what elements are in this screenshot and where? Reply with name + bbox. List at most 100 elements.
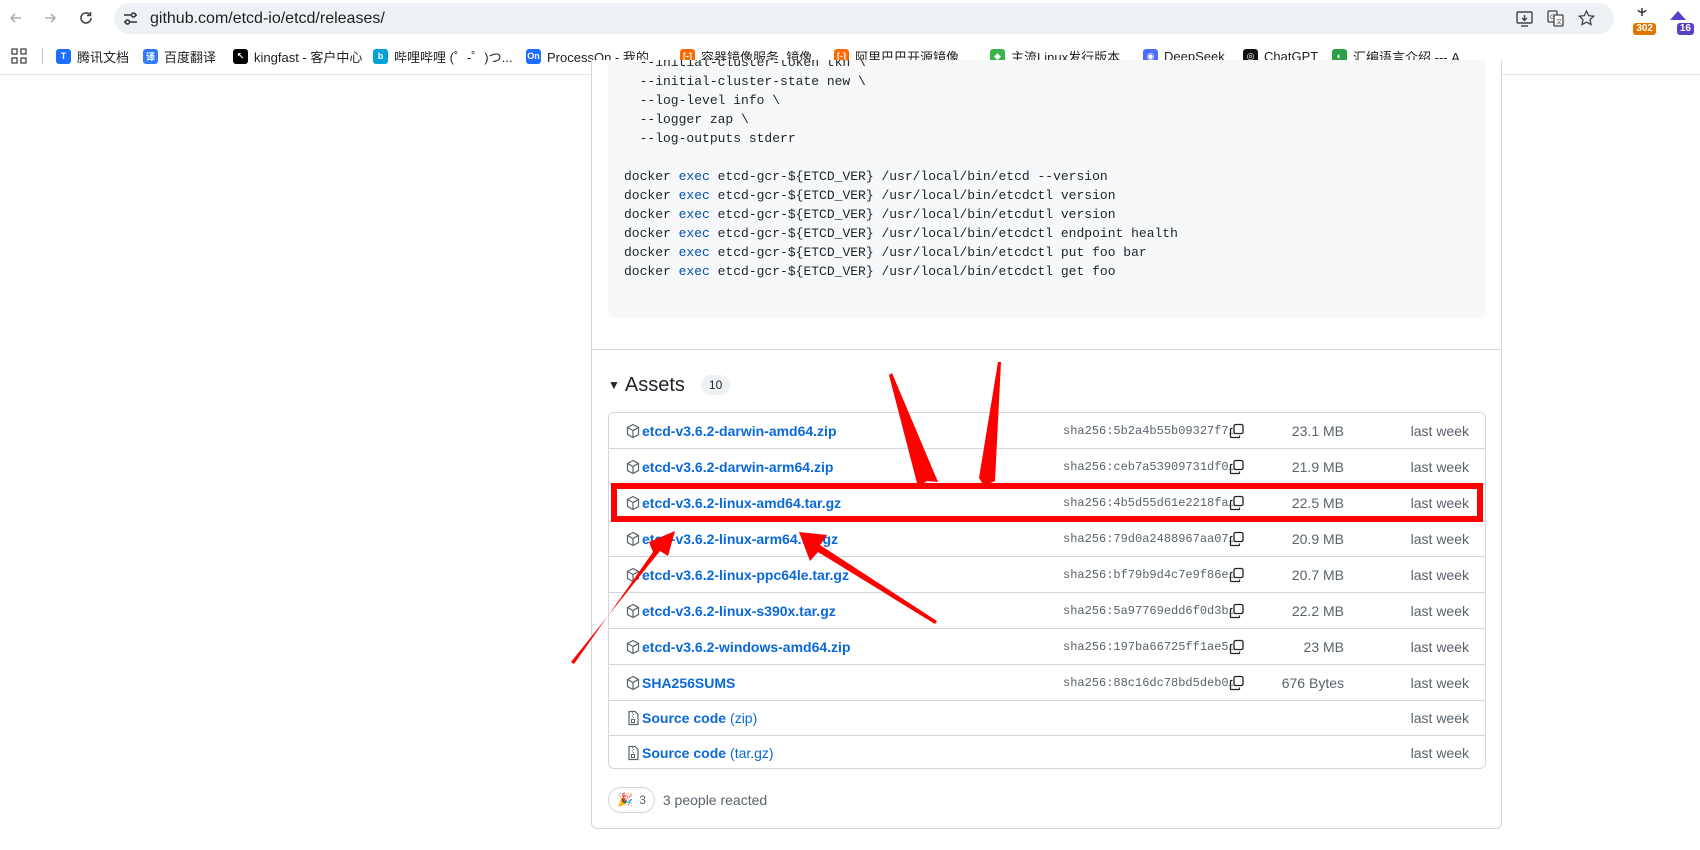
code-text: --initial-cluster-token tkn \	[624, 60, 866, 70]
reload-button[interactable]	[76, 8, 96, 28]
code-line: --logger zap \	[624, 110, 749, 130]
site-info-icon[interactable]	[122, 10, 139, 27]
arrow-left-icon	[9, 13, 21, 23]
asset-name[interactable]: etcd-v3.6.2-linux-s390x.tar.gz	[642, 603, 836, 619]
url-text[interactable]: github.com/etcd-io/etcd/releases/	[150, 10, 385, 28]
asset-name[interactable]: etcd-v3.6.2-darwin-arm64.zip	[642, 459, 833, 475]
asset-link[interactable]: etcd-v3.6.2-linux-arm64.tar.gz	[625, 521, 838, 556]
assets-list: etcd-v3.6.2-darwin-amd64.zip sha256:5b2a4…	[608, 412, 1486, 769]
bookmark-item[interactable]: T 腾讯文档	[56, 46, 129, 66]
asset-row: etcd-v3.6.2-darwin-amd64.zip sha256:5b2a4…	[609, 413, 1485, 448]
assets-header[interactable]: ▼ Assets 10	[608, 370, 731, 400]
asset-row: etcd-v3.6.2-linux-s390x.tar.gz sha256:5a9…	[609, 592, 1485, 628]
copy-icon[interactable]	[1229, 639, 1245, 655]
extension-302-button[interactable]: 302	[1626, 6, 1656, 35]
copy-icon[interactable]	[1229, 603, 1245, 619]
code-keyword: exec	[678, 226, 710, 241]
asset-row: etcd-v3.6.2-darwin-arm64.zip sha256:ceb7a…	[609, 448, 1485, 484]
install-app-icon[interactable]	[1515, 9, 1534, 28]
code-line: docker exec etcd-gcr-${ETCD_VER} /usr/lo…	[624, 243, 1147, 263]
asset-sha256: sha256:5b2a4b55b09327f7…	[1063, 423, 1236, 438]
copy-icon[interactable]	[1229, 531, 1245, 547]
bookmark-favicon-icon: On	[526, 48, 541, 64]
reaction-button[interactable]: 🎉 3	[608, 787, 655, 813]
address-bar[interactable]: github.com/etcd-io/etcd/releases/ G文	[114, 3, 1614, 34]
code-text: etcd-gcr-${ETCD_VER} /usr/local/bin/etcd…	[709, 245, 1147, 260]
assets-title[interactable]: Assets	[625, 374, 685, 397]
asset-size: 23.1 MB	[1291, 422, 1344, 439]
code-keyword: exec	[678, 169, 710, 184]
asset-link[interactable]: etcd-v3.6.2-darwin-amd64.zip	[625, 413, 837, 448]
reactions-bar: 🎉 3 3 people reacted	[608, 786, 767, 814]
asset-name[interactable]: Source code	[642, 745, 726, 761]
asset-link[interactable]: Source code (tar.gz)	[625, 736, 774, 768]
bookmark-favicon-icon: T	[56, 48, 71, 64]
asset-name[interactable]: etcd-v3.6.2-windows-amd64.zip	[642, 639, 851, 655]
asset-name[interactable]: etcd-v3.6.2-linux-arm64.tar.gz	[642, 531, 838, 547]
apps-grid-icon[interactable]	[11, 48, 27, 64]
asset-link[interactable]: SHA256SUMS	[625, 665, 735, 700]
copy-icon[interactable]	[1229, 459, 1245, 475]
code-keyword: exec	[678, 188, 710, 203]
asset-sha256: sha256:5a97769edd6f0d3b…	[1063, 603, 1236, 618]
code-line: docker exec etcd-gcr-${ETCD_VER} /usr/lo…	[624, 186, 1116, 206]
section-divider	[592, 349, 1501, 350]
bookmark-item[interactable]: 译百度翻译	[143, 46, 216, 66]
svg-text:文: 文	[1556, 18, 1562, 26]
asset-size: 20.7 MB	[1291, 566, 1344, 583]
code-text: --log-outputs stderr	[624, 131, 796, 146]
asset-name[interactable]: Source code	[642, 710, 726, 726]
back-button[interactable]	[6, 8, 26, 28]
code-text: etcd-gcr-${ETCD_VER} /usr/local/bin/etcd…	[709, 226, 1178, 241]
asset-date: last week	[1410, 602, 1469, 619]
code-line: --log-level info \	[624, 91, 780, 111]
copy-icon[interactable]	[1229, 675, 1245, 691]
asset-date: last week	[1410, 638, 1469, 655]
asset-date: last week	[1410, 530, 1469, 547]
package-icon	[626, 459, 640, 474]
bookmark-label: 哔哩哔哩 (゜-゜)つ...	[394, 49, 513, 65]
asset-name[interactable]: SHA256SUMS	[642, 675, 735, 691]
copy-icon[interactable]	[1229, 567, 1245, 583]
asset-sha256: sha256:ceb7a53909731df0…	[1063, 459, 1236, 474]
forward-button[interactable]	[40, 8, 60, 28]
asset-date: last week	[1410, 744, 1469, 761]
package-icon	[626, 531, 640, 546]
asset-name[interactable]: etcd-v3.6.2-darwin-amd64.zip	[642, 423, 837, 439]
asset-link[interactable]: etcd-v3.6.2-windows-amd64.zip	[625, 629, 851, 664]
bookmark-item[interactable]: b 哔哩哔哩 (゜-゜)つ...	[373, 46, 512, 66]
code-line: --initial-cluster-state new \	[624, 72, 866, 92]
annotation-highlight-box	[611, 483, 1483, 522]
asset-name[interactable]: etcd-v3.6.2-linux-ppc64le.tar.gz	[642, 567, 849, 583]
asset-format-suffix[interactable]: (zip)	[730, 710, 757, 726]
asset-link[interactable]: etcd-v3.6.2-linux-s390x.tar.gz	[625, 593, 836, 628]
asset-date: last week	[1410, 566, 1469, 583]
asset-sha256: sha256:88c16dc78bd5deb0…	[1063, 675, 1236, 690]
package-icon	[626, 675, 640, 690]
caret-down-icon[interactable]: ▼	[608, 378, 620, 392]
asset-format-suffix[interactable]: (tar.gz)	[730, 745, 774, 761]
bookmark-favicon-icon: ↖	[233, 48, 248, 64]
bookmark-item[interactable]: ↖ kingfast - 客户中心	[233, 46, 362, 66]
extension-badge: 16	[1676, 23, 1694, 35]
code-line: --log-outputs stderr	[624, 129, 796, 149]
code-text: etcd-gcr-${ETCD_VER} /usr/local/bin/etcd…	[709, 169, 1108, 184]
code-text: docker	[624, 264, 679, 279]
asset-size: 21.9 MB	[1291, 458, 1344, 475]
arrow-right-icon	[45, 13, 57, 23]
copy-icon[interactable]	[1229, 423, 1245, 439]
code-text: docker	[624, 226, 679, 241]
asset-link[interactable]: etcd-v3.6.2-darwin-arm64.zip	[625, 449, 833, 484]
asset-sha256: sha256:197ba66725ff1ae5…	[1063, 639, 1236, 654]
asset-row: etcd-v3.6.2-windows-amd64.zip sha256:197b…	[609, 628, 1485, 664]
translate-icon[interactable]: G文	[1546, 9, 1565, 28]
star-icon[interactable]	[1577, 9, 1596, 28]
bookmarks-separator	[42, 48, 43, 64]
file-zip-icon	[628, 745, 639, 760]
extension-badge: 302	[1633, 23, 1656, 35]
asset-link[interactable]: etcd-v3.6.2-linux-ppc64le.tar.gz	[625, 557, 849, 592]
asset-link[interactable]: Source code (zip)	[625, 701, 757, 735]
extension-16-button[interactable]: 16	[1664, 6, 1694, 35]
asset-date: last week	[1410, 422, 1469, 439]
asset-row: Source code (zip) last week	[609, 700, 1485, 735]
